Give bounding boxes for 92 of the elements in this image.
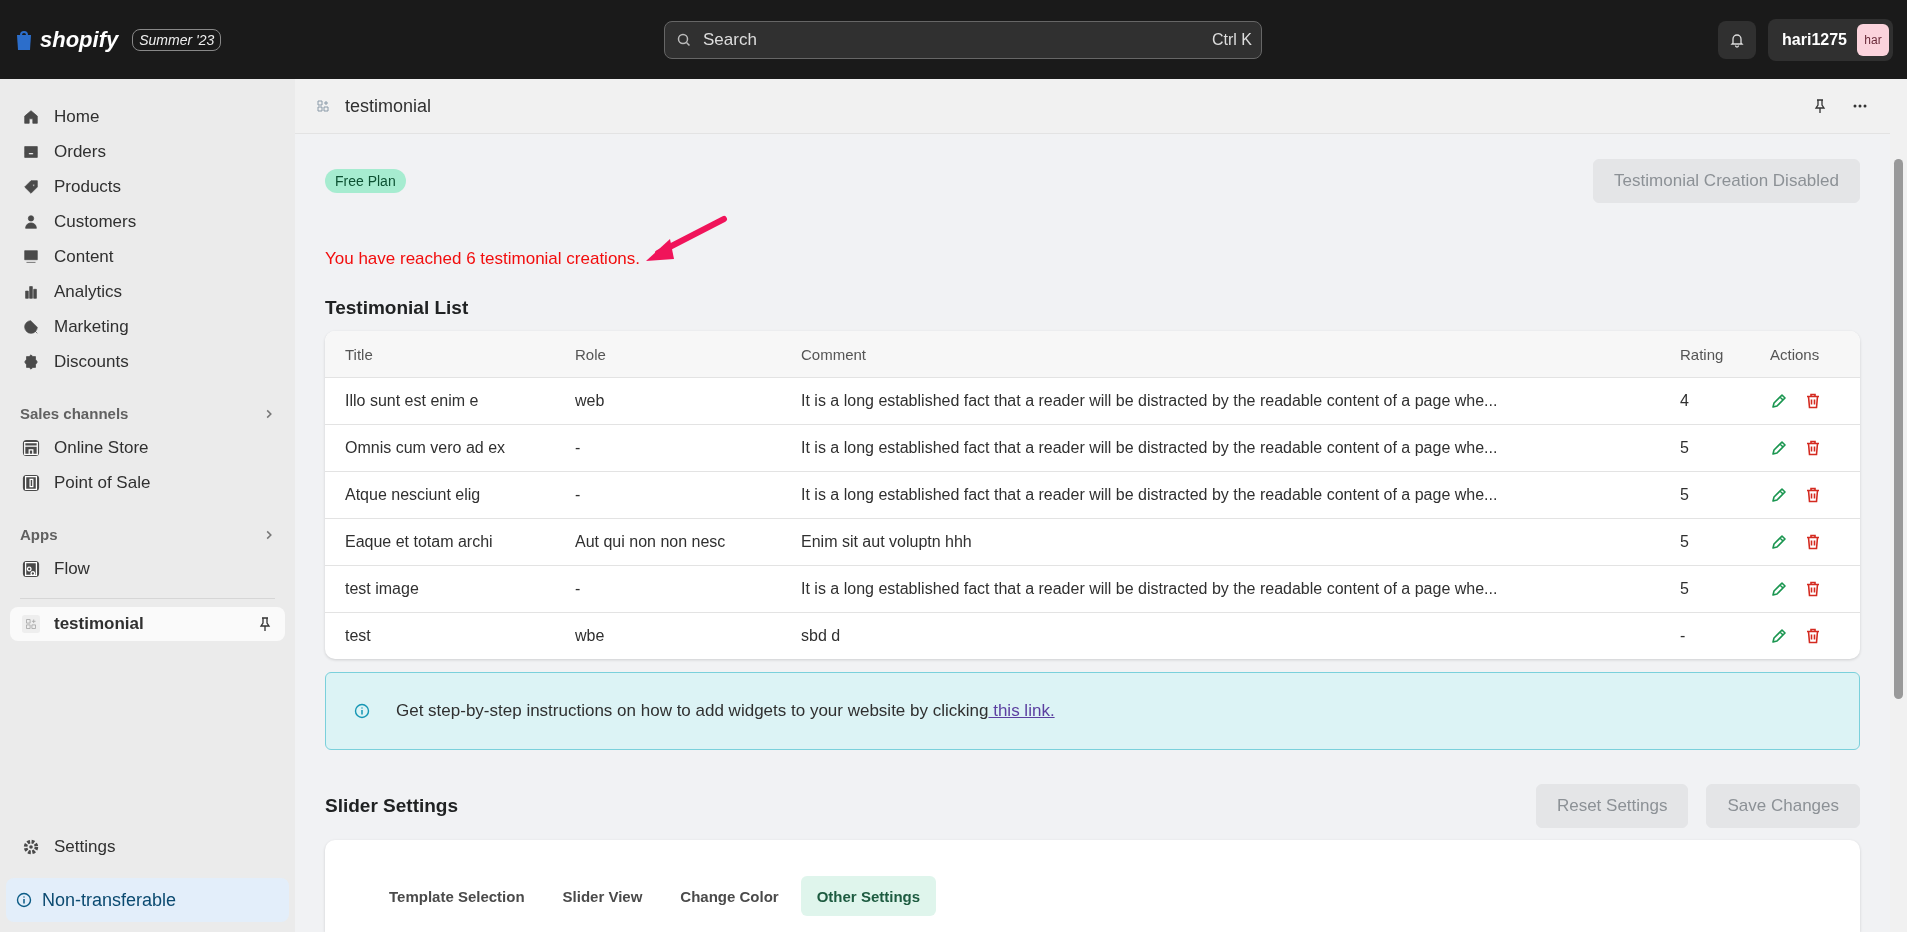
section-title: Slider Settings [325, 795, 459, 817]
table-cell-text: Omnis cum vero ad ex [345, 439, 507, 457]
limit-message: You have reached 6 testimonial creations. [325, 249, 640, 269]
column-header: Rating [1680, 345, 1725, 363]
app-icon [22, 473, 40, 492]
sidebar-item[interactable]: Flow [10, 551, 285, 586]
nav-icon [22, 212, 40, 231]
delete-icon[interactable] [1804, 580, 1822, 598]
instructions-link[interactable]: this link. [988, 701, 1055, 720]
shortcut-hint: Ctrl K [1212, 30, 1252, 49]
settings-item[interactable]: Settings [10, 829, 285, 864]
table-cell-text: It is a long established fact that a reader will be distracted by the readable content of a page whe... [801, 486, 1499, 504]
table-cell-text: It is a long established fact that a reader will be distracted by the readable content of a page whe... [801, 439, 1499, 457]
scrollbar[interactable] [1890, 79, 1907, 932]
table-cell-text: Enim sit aut voluptn hhh [801, 533, 973, 551]
app-grid-icon [315, 98, 331, 114]
app-grid-icon [22, 615, 40, 633]
banner-text: Get step-by-step instructions on how to add widgets to your website by clicking this link. [396, 701, 1055, 721]
logo-text[interactable]: shopify [40, 26, 119, 53]
table-cell-text: - [575, 486, 582, 504]
table-cell-text: 4 [1680, 392, 1690, 410]
page-title: testimonial [345, 95, 432, 117]
table-cell-text: - [1680, 627, 1687, 645]
delete-icon[interactable] [1804, 533, 1822, 551]
settings-icon [22, 837, 40, 856]
nav-icon [22, 317, 40, 336]
sidebar-item[interactable]: Products [10, 169, 285, 204]
table-cell-text: web [575, 392, 606, 410]
section-title: Testimonial List [325, 297, 470, 319]
edition-badge: Summer '23 [132, 28, 222, 51]
table-cell-text: It is a long established fact that a reader will be distracted by the readable content of a page whe... [801, 392, 1499, 410]
edit-icon[interactable] [1770, 533, 1788, 551]
sidebar-item[interactable]: Content [10, 239, 285, 274]
info-icon [16, 892, 32, 908]
table-cell-text: - [575, 580, 582, 598]
sidebar-item[interactable]: testimonial [10, 607, 285, 641]
table-cell-text: Atque nesciunt elig [345, 486, 482, 504]
info-icon [354, 703, 370, 719]
sidebar-item[interactable]: Online Store [10, 430, 285, 465]
delete-icon[interactable] [1804, 392, 1822, 410]
bell-icon [1729, 31, 1746, 48]
sidebar-item[interactable]: Analytics [10, 274, 285, 309]
pin-icon[interactable] [1812, 98, 1828, 114]
settings-tab[interactable]: Other Settings [800, 876, 937, 916]
delete-icon[interactable] [1804, 627, 1822, 645]
nav-icon [22, 107, 40, 126]
nav-icon [22, 177, 40, 196]
column-header: Comment [801, 345, 868, 363]
plan-badge: Free Plan [325, 169, 406, 193]
sidebar-item[interactable]: Orders [10, 134, 285, 169]
column-header: Role [575, 345, 607, 363]
table-cell-text: - [575, 439, 582, 457]
app-icon [22, 438, 40, 457]
nav-icon [22, 247, 40, 266]
table-cell-text: It is a long established fact that a reader will be distracted by the readable content of a page whe... [801, 580, 1499, 598]
notice-text: Non-transferable [42, 889, 177, 911]
settings-tab[interactable]: Slider View [546, 876, 659, 916]
edit-icon[interactable] [1770, 627, 1788, 645]
table-cell-text: test image [345, 580, 420, 598]
pin-icon[interactable] [257, 616, 273, 632]
user-menu-button[interactable]: hari1275 har [1768, 18, 1893, 61]
table-cell-text: 5 [1680, 486, 1690, 504]
edit-icon[interactable] [1770, 392, 1788, 410]
settings-tab[interactable]: Template Selection [373, 876, 541, 916]
sidebar-item[interactable]: Point of Sale [10, 465, 285, 500]
table-cell-text: sbd d [801, 627, 842, 645]
table-cell-text: 5 [1680, 580, 1690, 598]
app-icon [22, 559, 40, 578]
notifications-button[interactable] [1718, 20, 1757, 59]
column-header: Title [345, 345, 374, 363]
table-cell-text: 5 [1680, 439, 1690, 457]
sidebar-item[interactable]: Discounts [10, 344, 285, 379]
sidebar-item[interactable]: Home [10, 99, 285, 134]
settings-tab[interactable]: Change Color [664, 876, 795, 916]
user-avatar: har [1857, 23, 1889, 56]
table-cell-text: Eaque et totam archi [345, 533, 494, 551]
section-heading: Sales channels [20, 405, 129, 422]
sidebar-item[interactable]: Customers [10, 204, 285, 239]
table-cell-text: wbe [575, 627, 606, 645]
table-cell-text: Aut qui non non nesc [575, 533, 727, 551]
edit-icon[interactable] [1770, 486, 1788, 504]
delete-icon[interactable] [1804, 486, 1822, 504]
table-cell-text: test [345, 627, 372, 645]
sidebar-item[interactable]: Marketing [10, 309, 285, 344]
section-heading: Apps [20, 526, 58, 543]
table-cell-text: Illo sunt est enim e [345, 392, 480, 410]
edit-icon[interactable] [1770, 439, 1788, 457]
column-header: Actions [1770, 345, 1821, 363]
nav-icon [22, 352, 40, 371]
edit-icon[interactable] [1770, 580, 1788, 598]
delete-icon[interactable] [1804, 439, 1822, 457]
table-cell-text: 5 [1680, 533, 1690, 551]
